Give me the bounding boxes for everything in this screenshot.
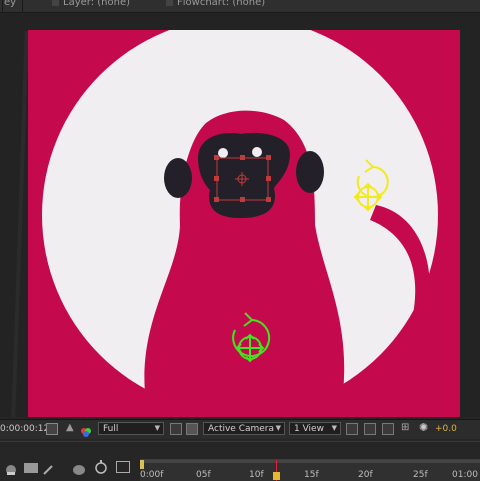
monkey-ear-right [296, 151, 324, 193]
fast-previews-icon[interactable] [364, 423, 376, 435]
time-tick-label: 20f [358, 470, 373, 480]
viewer-edge-shadow [11, 31, 29, 417]
tab-separator [22, 0, 23, 12]
resolution-dropdown[interactable]: Full ▼ [98, 422, 164, 435]
toggle-pixel-aspect-icon[interactable] [346, 423, 358, 435]
camera-view-value: Active Camera [208, 424, 275, 434]
resolution-value: Full [103, 424, 119, 434]
time-tick-label: 0:00f [140, 470, 164, 480]
frame-blending-icon[interactable] [72, 461, 86, 475]
composition-canvas[interactable] [28, 30, 460, 417]
chevron-down-icon: ▼ [331, 424, 337, 432]
divider [0, 441, 480, 442]
graph-editor-icon[interactable] [116, 461, 130, 473]
tab-flowchart-label: Flowchart: (none) [166, 0, 265, 8]
bbox-handle[interactable] [214, 155, 219, 160]
tab-layer-label: Layer: (none) [52, 0, 130, 8]
draft-3d-icon[interactable] [24, 463, 38, 473]
lock-icon[interactable] [166, 0, 173, 6]
lock-icon[interactable] [52, 0, 59, 6]
monkey-eye-right [252, 147, 262, 157]
tab-composition[interactable]: ey [4, 0, 16, 8]
artwork [42, 30, 438, 417]
flowchart-icon[interactable]: ⊞ [400, 422, 412, 435]
panel-tab-bar: ey Layer: (none) Flowchart: (none) [0, 0, 480, 13]
time-tick-label: 01:00 [452, 470, 478, 480]
tab-layer[interactable]: Layer: (none) [63, 0, 130, 8]
bbox-handle[interactable] [266, 155, 271, 160]
camera-icon[interactable] [46, 423, 58, 435]
exposure-value[interactable]: +0.0 [435, 424, 457, 434]
tab-flowchart[interactable]: Flowchart: (none) [177, 0, 265, 8]
time-tick-label: 25f [413, 470, 428, 480]
chevron-down-icon: ▼ [154, 424, 160, 432]
time-tick-label: 05f [196, 470, 211, 480]
bbox-handle[interactable] [266, 176, 271, 181]
view-layout-dropdown[interactable]: 1 View ▼ [289, 422, 341, 435]
color-channels-icon[interactable] [80, 423, 92, 437]
transparency-grid-icon[interactable] [186, 423, 198, 435]
bbox-handle[interactable] [214, 176, 219, 181]
tab-separator [2, 0, 3, 12]
work-area-start-handle[interactable] [140, 460, 144, 469]
view-layout-value: 1 View [294, 424, 324, 434]
timeline-icon[interactable] [382, 423, 394, 435]
motion-blur-icon[interactable] [42, 461, 54, 475]
bbox-handle[interactable] [266, 197, 271, 202]
region-of-interest-icon[interactable] [170, 423, 182, 435]
chevron-down-icon: ▼ [275, 424, 281, 432]
bbox-handle[interactable] [240, 155, 245, 160]
bbox-handle[interactable] [214, 197, 219, 202]
viewer-control-bar: 0:00:00:12 ▲ Full ▼ Active Camera ▼ 1 Vi… [0, 419, 480, 440]
work-area-bar[interactable] [140, 460, 480, 463]
exposure-icon[interactable]: ✺ [419, 421, 431, 435]
stopwatch-icon[interactable] [95, 459, 107, 474]
show-snapshot-icon[interactable]: ▲ [64, 422, 76, 435]
time-tick-label: 10f [249, 470, 264, 480]
bbox-handle[interactable] [240, 197, 245, 202]
monkey-eye-left [218, 148, 228, 158]
current-time-marker[interactable] [273, 472, 280, 480]
camera-view-dropdown[interactable]: Active Camera ▼ [203, 422, 285, 435]
time-tick-label: 15f [304, 470, 319, 480]
monkey-ear-left [164, 158, 192, 198]
timecode-display[interactable]: 0:00:00:12 [0, 424, 49, 434]
comp-mini-flowchart-icon[interactable] [4, 461, 18, 475]
